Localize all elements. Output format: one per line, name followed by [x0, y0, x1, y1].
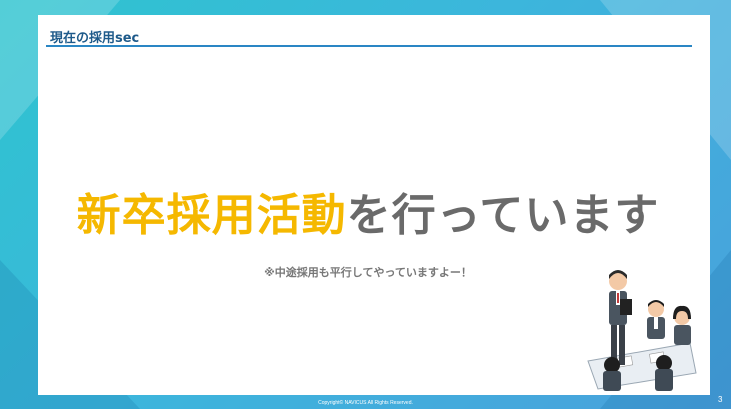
business-meeting-illustration [587, 270, 697, 391]
section-title: 現在の採用sec [50, 31, 140, 46]
copyright-footer: Copyright© NAVICUS All Rights Reserved. [318, 400, 413, 406]
page-number: 3 [718, 395, 723, 404]
header-divider [46, 45, 692, 47]
headline-rest: を行っています [346, 190, 660, 241]
subnote: ※中途採用も平行してやっていますよー！ [264, 266, 472, 279]
slide-card: 現在の採用sec 新卒採用活動を行っています ※中途採用も平行してやっていますよ… [38, 15, 710, 395]
headline-accent: 新卒採用活動 [76, 190, 347, 241]
headline: 新卒採用活動を行っています [48, 179, 688, 243]
